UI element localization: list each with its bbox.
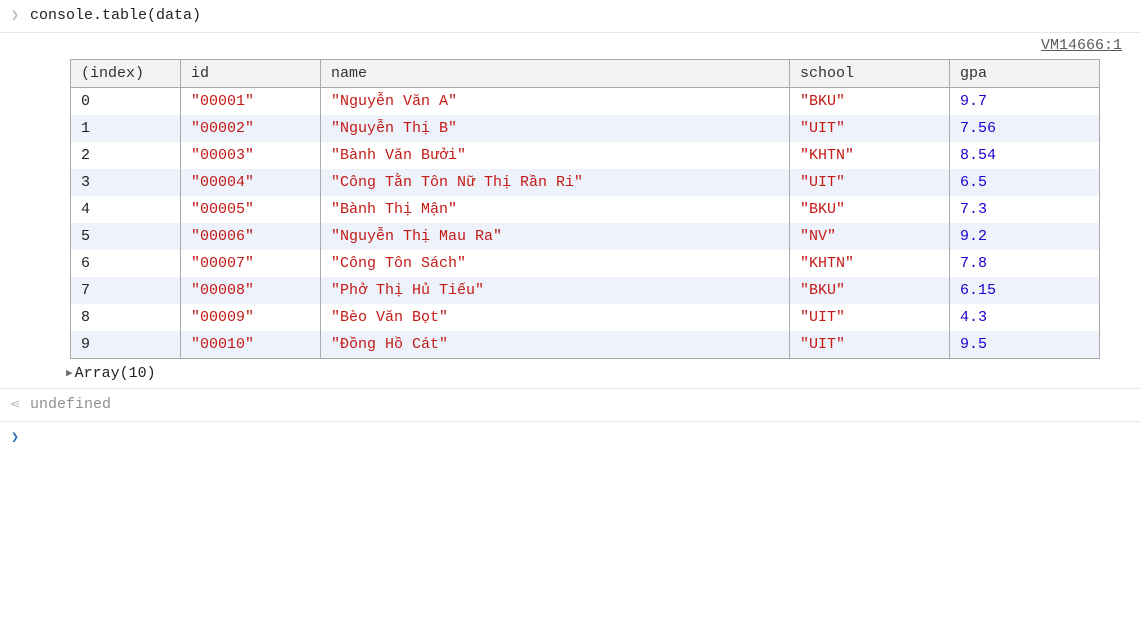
- cell-name: "Nguyễn Văn A": [321, 88, 790, 116]
- source-link[interactable]: VM14666:1: [1041, 37, 1122, 54]
- cell-index: 5: [71, 223, 181, 250]
- cell-index: 9: [71, 331, 181, 359]
- col-header-gpa[interactable]: gpa: [950, 60, 1100, 88]
- cell-index: 6: [71, 250, 181, 277]
- cell-gpa: 7.3: [950, 196, 1100, 223]
- table-row[interactable]: 8"00009""Bèo Văn Bọt""UIT"4.3: [71, 304, 1100, 331]
- cell-gpa: 7.56: [950, 115, 1100, 142]
- expander-label: Array(10): [75, 365, 156, 382]
- cell-id: "00007": [181, 250, 321, 277]
- console-prompt-input[interactable]: [30, 428, 1140, 448]
- cell-id: "00001": [181, 88, 321, 116]
- table-body: 0"00001""Nguyễn Văn A""BKU"9.71"00002""N…: [71, 88, 1100, 359]
- cell-school: "UIT": [790, 169, 950, 196]
- cell-gpa: 6.15: [950, 277, 1100, 304]
- cell-name: "Công Tôn Sách": [321, 250, 790, 277]
- prompt-chevron-icon: ❯: [0, 428, 30, 448]
- cell-id: "00004": [181, 169, 321, 196]
- return-value: undefined: [30, 395, 111, 415]
- table-row[interactable]: 5"00006""Nguyễn Thị Mau Ra""NV"9.2: [71, 223, 1100, 250]
- cell-id: "00009": [181, 304, 321, 331]
- cell-gpa: 8.54: [950, 142, 1100, 169]
- table-row[interactable]: 4"00005""Bành Thị Mận""BKU"7.3: [71, 196, 1100, 223]
- cell-school: "UIT": [790, 331, 950, 359]
- cell-id: "00002": [181, 115, 321, 142]
- console-table: (index) id name school gpa 0"00001""Nguy…: [70, 59, 1100, 359]
- cell-index: 3: [71, 169, 181, 196]
- cell-index: 8: [71, 304, 181, 331]
- cell-gpa: 7.8: [950, 250, 1100, 277]
- cell-school: "BKU": [790, 196, 950, 223]
- col-header-id[interactable]: id: [181, 60, 321, 88]
- table-row[interactable]: 1"00002""Nguyễn Thị B""UIT"7.56: [71, 115, 1100, 142]
- return-chevron-icon: ⋖: [0, 395, 30, 415]
- cell-name: "Đồng Hồ Cát": [321, 331, 790, 359]
- cell-name: "Bèo Văn Bọt": [321, 304, 790, 331]
- cell-index: 4: [71, 196, 181, 223]
- cell-id: "00008": [181, 277, 321, 304]
- cell-gpa: 9.5: [950, 331, 1100, 359]
- col-header-index[interactable]: (index): [71, 60, 181, 88]
- cell-gpa: 9.2: [950, 223, 1100, 250]
- cell-id: "00010": [181, 331, 321, 359]
- cell-school: "KHTN": [790, 142, 950, 169]
- table-row[interactable]: 2"00003""Bành Văn Bưởi""KHTN"8.54: [71, 142, 1100, 169]
- cell-name: "Nguyễn Thị Mau Ra": [321, 223, 790, 250]
- table-row[interactable]: 6"00007""Công Tôn Sách""KHTN"7.8: [71, 250, 1100, 277]
- table-row[interactable]: 0"00001""Nguyễn Văn A""BKU"9.7: [71, 88, 1100, 116]
- input-chevron-icon: ❯: [0, 6, 30, 26]
- console-table-output: VM14666:1 (index) id name school gpa 0"0…: [30, 33, 1140, 388]
- cell-name: "Phở Thị Hủ Tiếu": [321, 277, 790, 304]
- cell-name: "Nguyễn Thị B": [321, 115, 790, 142]
- cell-index: 7: [71, 277, 181, 304]
- cell-name: "Bành Văn Bưởi": [321, 142, 790, 169]
- table-row[interactable]: 9"00010""Đồng Hồ Cát""UIT"9.5: [71, 331, 1100, 359]
- cell-id: "00006": [181, 223, 321, 250]
- cell-gpa: 9.7: [950, 88, 1100, 116]
- expand-triangle-icon: ▶: [66, 366, 73, 380]
- table-header-row: (index) id name school gpa: [71, 60, 1100, 88]
- cell-id: "00003": [181, 142, 321, 169]
- cell-index: 0: [71, 88, 181, 116]
- cell-school: "KHTN": [790, 250, 950, 277]
- cell-gpa: 6.5: [950, 169, 1100, 196]
- console-return-row: ⋖ undefined: [0, 389, 1140, 422]
- col-header-name[interactable]: name: [321, 60, 790, 88]
- cell-gpa: 4.3: [950, 304, 1100, 331]
- cell-index: 1: [71, 115, 181, 142]
- cell-school: "UIT": [790, 304, 950, 331]
- cell-school: "UIT": [790, 115, 950, 142]
- cell-school: "NV": [790, 223, 950, 250]
- object-expander[interactable]: ▶Array(10): [66, 365, 1100, 382]
- devtools-console: ❯ console.table(data) VM14666:1 (index) …: [0, 0, 1140, 640]
- console-input-row: ❯ console.table(data): [0, 0, 1140, 33]
- cell-name: "Công Tằn Tôn Nữ Thị Rần Ri": [321, 169, 790, 196]
- cell-id: "00005": [181, 196, 321, 223]
- table-row[interactable]: 7"00008""Phở Thị Hủ Tiếu""BKU"6.15: [71, 277, 1100, 304]
- cell-school: "BKU": [790, 88, 950, 116]
- console-prompt-row: ❯: [0, 422, 1140, 454]
- cell-index: 2: [71, 142, 181, 169]
- table-row[interactable]: 3"00004""Công Tằn Tôn Nữ Thị Rần Ri""UIT…: [71, 169, 1100, 196]
- cell-school: "BKU": [790, 277, 950, 304]
- cell-name: "Bành Thị Mận": [321, 196, 790, 223]
- console-output-row: VM14666:1 (index) id name school gpa 0"0…: [0, 33, 1140, 389]
- col-header-school[interactable]: school: [790, 60, 950, 88]
- console-input-code: console.table(data): [30, 6, 201, 26]
